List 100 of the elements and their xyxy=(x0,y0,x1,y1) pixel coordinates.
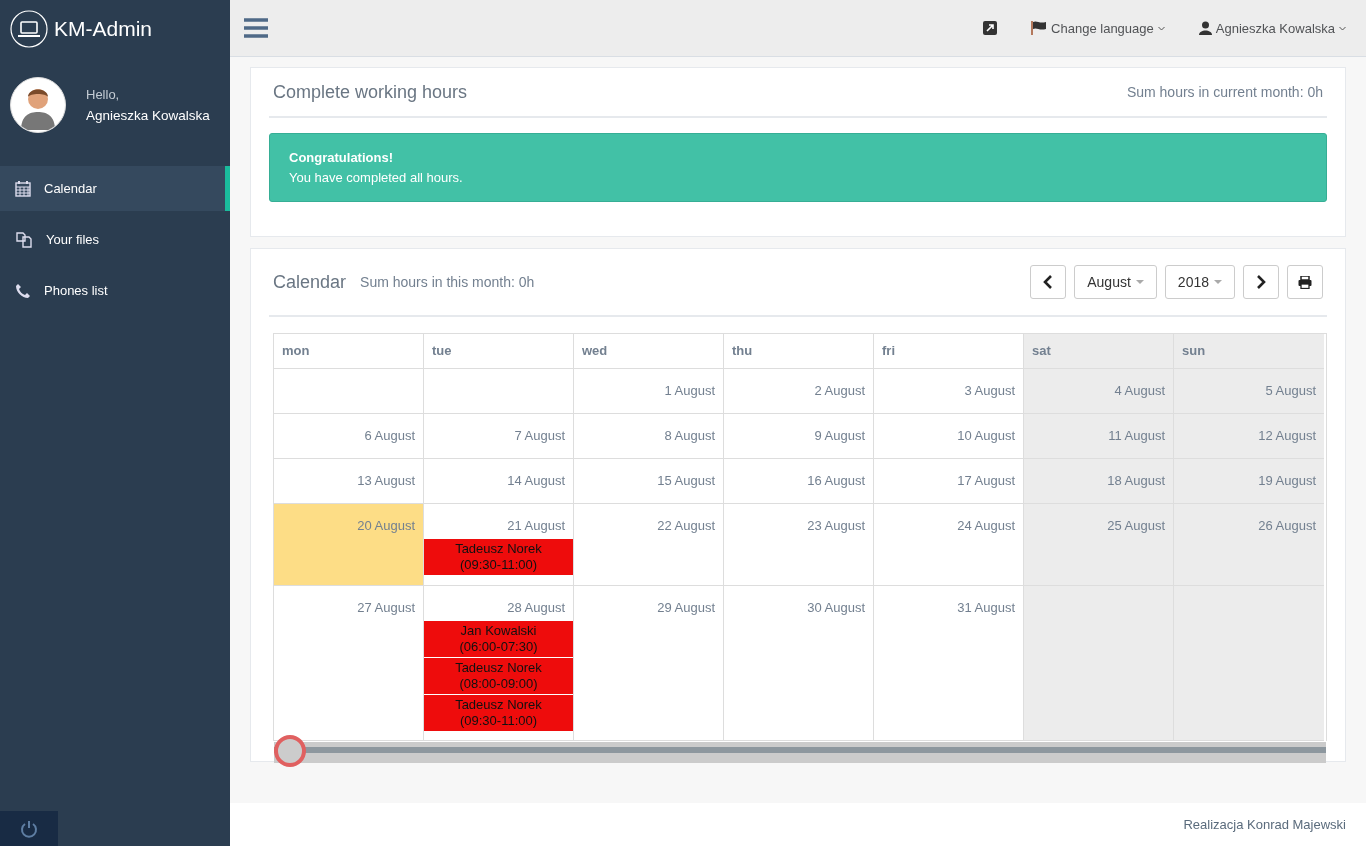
laptop-logo-icon xyxy=(10,10,48,48)
date-label: 25 August xyxy=(1106,518,1166,535)
day-cell[interactable]: 21 August Tadeusz Norek (09:30-11:00) xyxy=(424,504,574,586)
sidebar-item[interactable]: Phones list xyxy=(0,268,230,313)
day-cell[interactable]: 7 August xyxy=(424,414,574,459)
day-cell[interactable] xyxy=(274,369,424,414)
chevron-down-icon xyxy=(1339,25,1346,31)
power-button[interactable] xyxy=(0,811,58,846)
print-icon xyxy=(1298,275,1312,289)
user-dropdown[interactable]: Agnieszka Kowalska xyxy=(1192,19,1352,37)
avatar xyxy=(10,77,66,133)
date-label: 5 August xyxy=(1264,383,1317,400)
panel-title: Complete working hours xyxy=(273,81,468,103)
calendar-event[interactable]: Tadeusz Norek (09:30-11:00) xyxy=(424,695,573,731)
calendar-icon xyxy=(15,180,31,197)
date-label: 11 August xyxy=(1107,428,1166,445)
menu-icon xyxy=(244,18,268,38)
power-icon xyxy=(20,819,38,838)
app-title: KM-Admin xyxy=(54,17,153,41)
day-cell[interactable]: 14 August xyxy=(424,459,574,504)
menu-button[interactable] xyxy=(244,18,268,38)
date-label: 29 August xyxy=(656,600,716,617)
year-dropdown[interactable]: 2018 xyxy=(1164,265,1235,299)
chevron-right-icon xyxy=(1256,275,1266,289)
external-link-icon xyxy=(983,21,998,35)
date-label: 20 August xyxy=(356,518,416,535)
next-month-button[interactable] xyxy=(1243,265,1279,299)
day-cell[interactable]: 12 August xyxy=(1174,414,1324,459)
user-name: Agnieszka Kowalska xyxy=(86,108,210,123)
day-cell[interactable] xyxy=(1174,586,1324,741)
date-label: 7 August xyxy=(513,428,566,445)
date-label: 18 August xyxy=(1106,473,1166,490)
date-label: 9 August xyxy=(813,428,866,445)
calendar-event[interactable]: Tadeusz Norek (09:30-11:00) xyxy=(424,539,573,575)
sum-hours-text: Sum hours in current month: 0h xyxy=(1126,84,1323,100)
date-label: 16 August xyxy=(806,473,866,490)
print-button[interactable] xyxy=(1287,265,1323,299)
day-cell[interactable]: 30 August xyxy=(724,586,874,741)
panel-title: Calendar xyxy=(273,271,347,293)
date-label: 14 August xyxy=(506,473,566,490)
files-icon xyxy=(15,231,33,248)
weekday-header: thu xyxy=(724,334,874,369)
date-label: 3 August xyxy=(963,383,1016,400)
day-cell[interactable]: 25 August xyxy=(1024,504,1174,586)
phone-icon xyxy=(15,282,31,299)
chevron-down-icon xyxy=(1157,25,1165,31)
date-label: 30 August xyxy=(806,600,866,617)
day-cell[interactable]: 18 August xyxy=(1024,459,1174,504)
day-cell[interactable]: 5 August xyxy=(1174,369,1324,414)
day-cell[interactable]: 23 August xyxy=(724,504,874,586)
chevron-left-icon xyxy=(1043,275,1054,289)
month-dropdown[interactable]: August xyxy=(1074,265,1157,299)
date-label: 31 August xyxy=(956,600,1016,617)
date-label: 24 August xyxy=(956,518,1016,535)
date-label: 27 August xyxy=(356,600,416,617)
date-label: 28 August xyxy=(506,600,566,617)
day-cell[interactable]: 20 August xyxy=(274,504,424,586)
date-label: 26 August xyxy=(1257,518,1317,535)
day-cell[interactable] xyxy=(424,369,574,414)
slider-thumb[interactable] xyxy=(274,735,306,767)
day-cell[interactable]: 6 August xyxy=(274,414,424,459)
day-cell[interactable]: 8 August xyxy=(574,414,724,459)
previous-month-button[interactable] xyxy=(1030,265,1067,299)
day-cell[interactable] xyxy=(1024,586,1174,741)
calendar-event[interactable]: Jan Kowalski (06:00-07:30) xyxy=(424,621,573,657)
date-label: 1 August xyxy=(663,383,716,400)
day-cell[interactable]: 4 August xyxy=(1024,369,1174,414)
day-cell[interactable]: 22 August xyxy=(574,504,724,586)
day-cell[interactable]: 28 August Jan Kowalski (06:00-07:30) Tadeusz Norek (08:00-09:00) Tadeusz Norek (09:30-11:00) xyxy=(424,586,574,741)
date-label: 17 August xyxy=(956,473,1016,490)
alert-message: You have completed all hours. xyxy=(289,170,464,185)
day-cell[interactable]: 16 August xyxy=(724,459,874,504)
date-label: 19 August xyxy=(1257,473,1317,490)
date-label: 23 August xyxy=(806,518,866,535)
language-dropdown[interactable]: Change language xyxy=(1025,19,1171,37)
weekday-header: mon xyxy=(274,334,424,369)
flag-icon xyxy=(1031,21,1048,35)
sidebar-item[interactable]: Your files xyxy=(0,217,230,262)
date-label: 22 August xyxy=(656,518,716,535)
calendar-event[interactable]: Tadeusz Norek (08:00-09:00) xyxy=(424,658,573,694)
day-cell[interactable]: 2 August xyxy=(724,369,874,414)
sum-hours-text: Sum hours in this month: 0h xyxy=(360,274,535,290)
weekday-header: wed xyxy=(574,334,724,369)
day-cell[interactable]: 9 August xyxy=(724,414,874,459)
day-cell[interactable]: 19 August xyxy=(1174,459,1324,504)
day-cell[interactable]: 26 August xyxy=(1174,504,1324,586)
date-label: 6 August xyxy=(363,428,416,445)
weekday-header: tue xyxy=(424,334,574,369)
greeting: Hello, xyxy=(86,87,121,102)
footer-credit: Realizacja Konrad Majewski xyxy=(1183,817,1346,832)
day-cell[interactable]: 1 August xyxy=(574,369,724,414)
day-cell[interactable]: 11 August xyxy=(1024,414,1174,459)
date-label: 13 August xyxy=(356,473,416,490)
weekday-header: sat xyxy=(1024,334,1174,369)
day-cell[interactable]: 29 August xyxy=(574,586,724,741)
date-label: 12 August xyxy=(1257,428,1317,445)
weekday-header: sun xyxy=(1174,334,1324,369)
alert-title: Congratulations! xyxy=(289,150,394,165)
day-cell[interactable]: 15 August xyxy=(574,459,724,504)
sidebar-item[interactable]: Calendar xyxy=(0,166,230,211)
